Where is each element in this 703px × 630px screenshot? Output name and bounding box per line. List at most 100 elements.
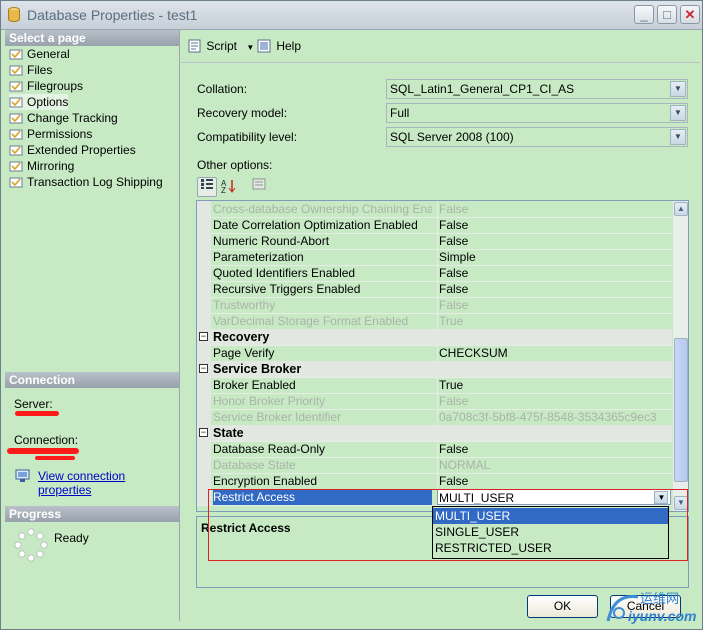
property-row: Honor Broker Priority False (197, 393, 672, 410)
property-value-text: False (439, 298, 469, 312)
property-value[interactable]: True (437, 377, 672, 393)
property-name: Encryption Enabled (213, 474, 318, 488)
page-icon (9, 113, 23, 124)
connection-properties-icon (15, 469, 30, 482)
category-label: Recovery (213, 330, 270, 344)
property-value[interactable]: False (437, 265, 672, 281)
page-icon (9, 161, 23, 172)
view-connection-properties-link[interactable]: View connection properties (38, 469, 179, 497)
nav-item-label: Files (27, 63, 53, 77)
title-bar[interactable]: Database Properties - test1 _ □ ✕ (1, 1, 702, 30)
row-gutter (197, 217, 211, 233)
minimize-button[interactable]: _ (634, 5, 654, 24)
nav-item-transaction-log-shipping[interactable]: Transaction Log Shipping (9, 174, 163, 190)
nav-item-label: Transaction Log Shipping (27, 175, 163, 189)
recovery-model-select[interactable]: Full ▼ (386, 103, 688, 123)
compatibility-level-label: Compatibility level: (197, 130, 298, 144)
vertical-scrollbar[interactable]: ▲ ▼ (673, 201, 688, 511)
collation-select[interactable]: SQL_Latin1_General_CP1_CI_AS ▼ (386, 79, 688, 99)
nav-item-options[interactable]: Options (9, 94, 69, 110)
property-value-text: False (439, 202, 469, 216)
row-gutter (197, 201, 211, 217)
category-state[interactable]: − State (197, 425, 672, 442)
maximize-button[interactable]: □ (657, 5, 677, 24)
script-button[interactable]: Script ▼ (187, 39, 254, 53)
property-value[interactable]: False (437, 281, 672, 297)
property-value: NORMAL (437, 457, 672, 473)
recovery-model-value: Full (390, 106, 410, 120)
property-value[interactable]: Simple (437, 249, 672, 265)
property-name: Service Broker Identifier (213, 410, 342, 424)
chevron-down-icon[interactable]: ▼ (670, 129, 686, 145)
property-row[interactable]: Encryption Enabled False (197, 473, 672, 490)
property-value-text: False (439, 218, 469, 232)
property-row[interactable]: Numeric Round-Abort False (197, 233, 672, 250)
svg-text:Z: Z (221, 186, 226, 194)
property-value[interactable]: False (437, 233, 672, 249)
property-value: False (437, 297, 672, 313)
scroll-thumb[interactable] (674, 338, 688, 482)
property-value[interactable]: False (437, 441, 672, 457)
compatibility-level-select[interactable]: SQL Server 2008 (100) ▼ (386, 127, 688, 147)
chevron-down-icon[interactable]: ▼ (670, 81, 686, 97)
page-icon (9, 97, 23, 108)
property-pages-button[interactable] (249, 177, 269, 197)
property-value-text: False (439, 474, 469, 488)
nav-item-files[interactable]: Files (9, 62, 52, 78)
help-label: Help (276, 39, 302, 53)
property-value-text: CHECKSUM (439, 346, 508, 360)
nav-item-label: Filegroups (27, 79, 84, 93)
close-button[interactable]: ✕ (680, 5, 700, 24)
row-gutter (197, 393, 211, 409)
help-button[interactable]: Help (257, 39, 301, 53)
property-value[interactable]: False (437, 473, 672, 489)
scroll-up-button[interactable]: ▲ (674, 202, 688, 216)
property-row[interactable]: Database Read-Only False (197, 441, 672, 458)
property-value: False (437, 201, 672, 217)
nav-item-general[interactable]: General (9, 46, 70, 62)
category-recovery[interactable]: − Recovery (197, 329, 672, 346)
property-value[interactable]: CHECKSUM (437, 345, 672, 361)
select-page-header: Select a page (5, 30, 179, 46)
property-name: Broker Enabled (213, 378, 296, 392)
property-row[interactable]: Quoted Identifiers Enabled False (197, 265, 672, 282)
property-name: Cross-database Ownership Chaining Enable… (213, 202, 432, 216)
collapse-icon[interactable]: − (199, 364, 208, 373)
nav-item-extended-properties[interactable]: Extended Properties (9, 142, 136, 158)
page-icon (9, 49, 23, 60)
dropdown-arrow-icon[interactable]: ▼ (246, 43, 254, 52)
nav-item-change-tracking[interactable]: Change Tracking (9, 110, 118, 126)
watermark-cn-text: 运维网 (640, 592, 679, 607)
category-service-broker[interactable]: − Service Broker (197, 361, 672, 378)
property-row: Database State NORMAL (197, 457, 672, 474)
chevron-down-icon[interactable]: ▼ (670, 105, 686, 121)
highlight-annotation-box (208, 489, 688, 561)
ok-button[interactable]: OK (527, 595, 598, 618)
property-row[interactable]: Recursive Triggers Enabled False (197, 281, 672, 298)
row-gutter (197, 377, 211, 393)
watermark-en-text: iyunv.com (628, 608, 696, 624)
property-value[interactable]: False (437, 217, 672, 233)
nav-item-mirroring[interactable]: Mirroring (9, 158, 74, 174)
category-label: Service Broker (213, 362, 302, 376)
help-icon (257, 39, 271, 53)
property-row[interactable]: Parameterization Simple (197, 249, 672, 266)
collapse-icon[interactable]: − (199, 332, 208, 341)
property-value-text: Simple (439, 250, 476, 264)
nav-item-filegroups[interactable]: Filegroups (9, 78, 83, 94)
property-name: Database Read-Only (213, 442, 326, 456)
left-pane: Select a page General Files Filegroups Opti… (5, 30, 180, 621)
collapse-icon[interactable]: − (199, 428, 208, 437)
row-gutter (197, 457, 211, 473)
alphabetical-sort-button[interactable]: A Z (219, 177, 239, 197)
property-row[interactable]: Broker Enabled True (197, 377, 672, 394)
property-value-text: False (439, 282, 469, 296)
categorized-view-button[interactable] (197, 177, 217, 197)
property-row[interactable]: Page Verify CHECKSUM (197, 345, 672, 362)
connection-header: Connection (5, 372, 179, 388)
property-value: False (437, 393, 672, 409)
property-row[interactable]: Date Correlation Optimization Enabled Fal… (197, 217, 672, 234)
property-name: Recursive Triggers Enabled (213, 282, 361, 296)
nav-item-permissions[interactable]: Permissions (9, 126, 92, 142)
row-gutter (197, 249, 211, 265)
